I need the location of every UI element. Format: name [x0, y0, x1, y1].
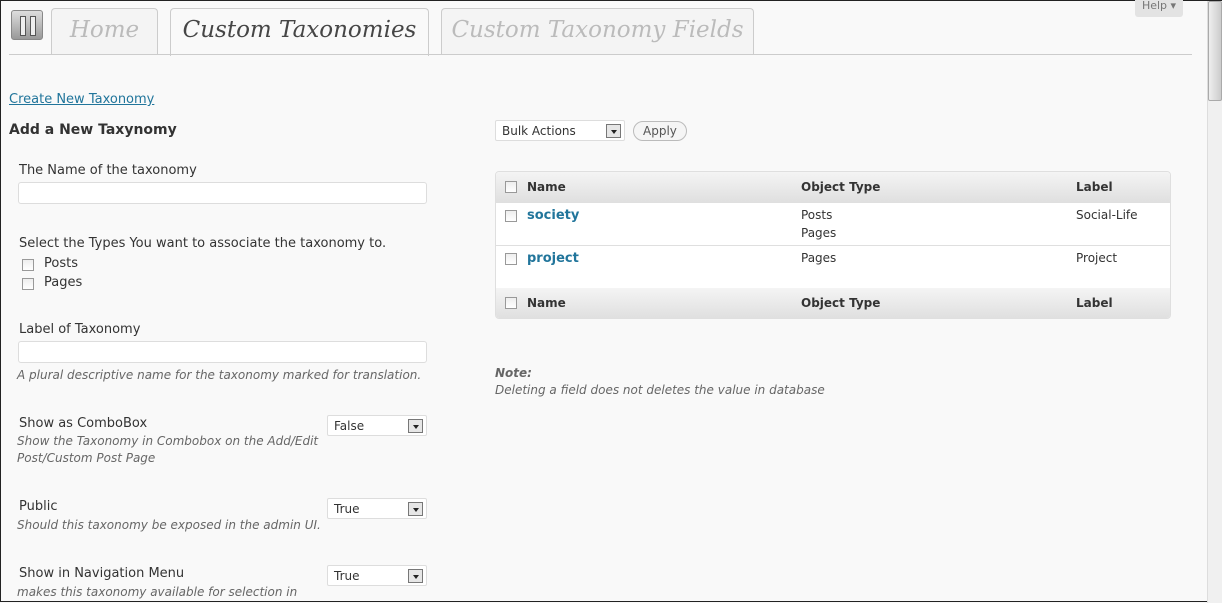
- public-value: True: [334, 502, 360, 516]
- chevron-down-icon: [408, 502, 423, 516]
- header-label: Label: [1076, 180, 1113, 194]
- note-text: Deleting a field does not deletes the va…: [495, 383, 825, 397]
- apply-button[interactable]: Apply: [633, 121, 687, 141]
- tab-home[interactable]: Home: [51, 8, 158, 55]
- tab-custom-taxonomy-fields[interactable]: Custom Taxonomy Fields: [441, 8, 754, 55]
- taxonomy-name-link[interactable]: society: [527, 208, 579, 223]
- nav-menu-description: makes this taxonomy available for select…: [17, 585, 298, 599]
- label-label: Label of Taxonomy: [19, 322, 141, 337]
- row-checkbox[interactable]: [505, 253, 517, 265]
- combobox-label: Show as ComboBox: [19, 416, 148, 431]
- footer-label: Label: [1076, 296, 1113, 310]
- help-button[interactable]: Help ▾: [1135, 0, 1183, 17]
- table-header: Name Object Type Label: [496, 172, 1170, 203]
- header-object-type: Object Type: [801, 180, 881, 194]
- pages-checkbox[interactable]: [22, 278, 34, 290]
- chevron-down-icon: [408, 419, 423, 433]
- row-divider: [496, 245, 1170, 246]
- select-all-checkbox[interactable]: [505, 297, 517, 309]
- tab-custom-taxonomies[interactable]: Custom Taxonomies: [170, 8, 429, 56]
- object-type: Pages: [801, 226, 837, 240]
- chevron-down-icon: [606, 124, 621, 138]
- scrollbar-thumb[interactable]: [1208, 1, 1222, 101]
- label-input[interactable]: [18, 341, 427, 363]
- taxonomy-label: Social-Life: [1076, 208, 1138, 222]
- note-title: Note:: [495, 366, 532, 380]
- object-type: Posts: [801, 208, 833, 222]
- public-description: Should this taxonomy be exposed in the a…: [17, 518, 321, 532]
- taxonomy-table: Name Object Type Label society Posts Pag…: [495, 171, 1171, 319]
- header-name[interactable]: Name: [527, 180, 566, 194]
- pages-label: Pages: [44, 275, 83, 290]
- combobox-value: False: [334, 419, 365, 433]
- nav-menu-value: True: [334, 569, 360, 583]
- nav-menu-select[interactable]: True: [327, 565, 427, 586]
- types-label: Select the Types You want to associate t…: [19, 236, 387, 251]
- footer-object-type: Object Type: [801, 296, 881, 310]
- label-description: A plural descriptive name for the taxono…: [17, 368, 422, 382]
- object-type: Pages: [801, 251, 837, 265]
- create-new-taxonomy-link[interactable]: Create New Taxonomy: [9, 92, 154, 107]
- name-input[interactable]: [18, 182, 427, 204]
- posts-checkbox[interactable]: [22, 259, 34, 271]
- select-all-checkbox[interactable]: [505, 181, 517, 193]
- tab-divider: [9, 54, 1192, 55]
- nav-menu-label: Show in Navigation Menu: [19, 566, 185, 581]
- chevron-down-icon: [408, 569, 423, 583]
- bulk-actions-select[interactable]: Bulk Actions: [495, 120, 625, 141]
- combobox-select[interactable]: False: [327, 415, 427, 436]
- name-label: The Name of the taxonomy: [19, 163, 197, 178]
- footer-name[interactable]: Name: [527, 296, 566, 310]
- combobox-description: Show the Taxonomy in Combobox on the Add…: [17, 434, 319, 465]
- public-select[interactable]: True: [327, 498, 427, 519]
- taxonomy-name-link[interactable]: project: [527, 251, 579, 266]
- table-footer: Name Object Type Label: [496, 288, 1170, 318]
- bulk-actions-value: Bulk Actions: [502, 124, 576, 138]
- taxonomy-label: Project: [1076, 251, 1118, 265]
- plugin-logo-icon: [11, 10, 43, 40]
- public-label: Public: [19, 499, 58, 514]
- posts-label: Posts: [44, 256, 78, 271]
- row-checkbox[interactable]: [505, 210, 517, 222]
- form-title: Add a New Taxynomy: [9, 122, 177, 138]
